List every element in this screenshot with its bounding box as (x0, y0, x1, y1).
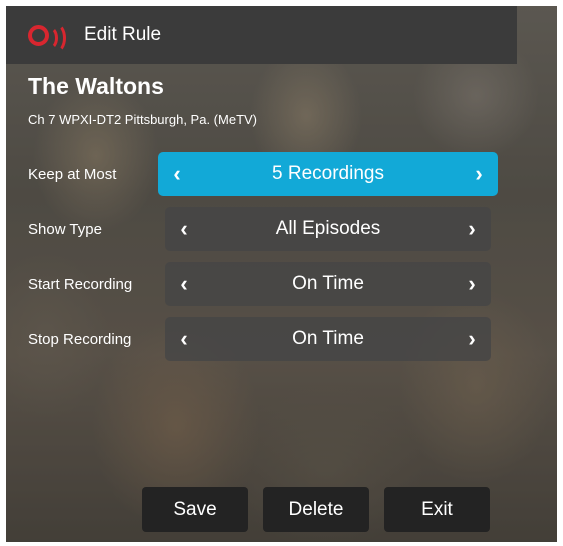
broadcast-logo-icon (28, 23, 68, 53)
chevron-left-icon[interactable]: ‹ (177, 216, 191, 242)
keep-at-most-value: 5 Recordings (272, 163, 384, 184)
chevron-right-icon[interactable]: › (465, 326, 479, 352)
show-type-selector[interactable]: ‹ All Episodes › (165, 207, 491, 251)
header-bar: Edit Rule (6, 6, 517, 64)
start-recording-selector[interactable]: ‹ On Time › (165, 262, 491, 306)
channel-info: Ch 7 WPXI-DT2 Pittsburgh, Pa. (MeTV) (28, 112, 258, 127)
keep-at-most-selector[interactable]: ‹ 5 Recordings › (158, 152, 498, 196)
show-title: The Waltons (28, 73, 164, 99)
label-stop-recording: Stop Recording (28, 331, 132, 348)
stop-recording-value: On Time (292, 328, 364, 349)
chevron-right-icon[interactable]: › (465, 271, 479, 297)
chevron-left-icon[interactable]: ‹ (170, 161, 184, 187)
exit-button[interactable]: Exit (384, 487, 490, 532)
delete-button[interactable]: Delete (263, 487, 369, 532)
stop-recording-selector[interactable]: ‹ On Time › (165, 317, 491, 361)
label-keep-at-most: Keep at Most (28, 166, 117, 183)
show-type-value: All Episodes (275, 218, 381, 239)
chevron-right-icon[interactable]: › (472, 161, 486, 187)
label-show-type: Show Type (28, 221, 102, 238)
chevron-right-icon[interactable]: › (465, 216, 479, 242)
start-recording-value: On Time (292, 273, 364, 294)
header-title: Edit Rule (84, 24, 162, 45)
save-button[interactable]: Save (142, 487, 248, 532)
chevron-left-icon[interactable]: ‹ (177, 271, 191, 297)
chevron-left-icon[interactable]: ‹ (177, 326, 191, 352)
label-start-recording: Start Recording (28, 276, 133, 293)
